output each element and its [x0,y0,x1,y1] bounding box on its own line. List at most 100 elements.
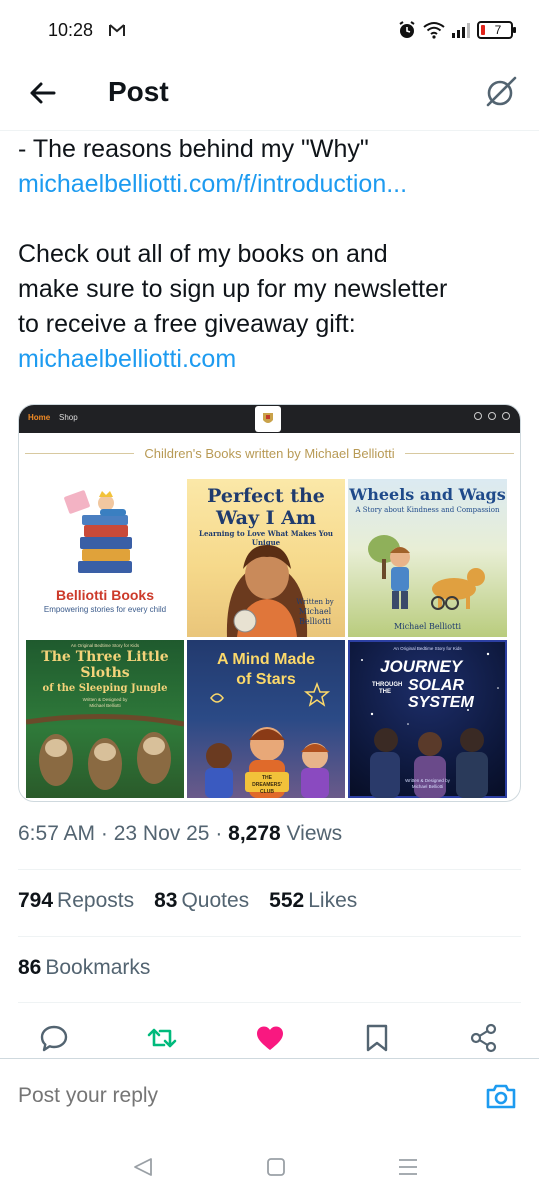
bookmarks-label: Bookmarks [45,956,151,979]
status-icons: 7 [397,19,516,41]
book-title: JOURNEY [380,657,463,676]
action-bar [0,1018,539,1058]
page-title: Post [108,76,169,107]
repost-button[interactable] [146,1022,178,1054]
reposts-count: 794 [18,889,54,912]
post-time: 6:57 AM [18,822,96,845]
meta-separator: · [100,822,114,845]
status-bar: 10:28 7 [0,0,539,62]
book-title-line: SOLAR [408,677,464,694]
reposts-stat[interactable]: 794 Reposts [18,889,134,913]
reply-bar [0,1059,539,1133]
author-last: Belliotti [298,617,332,626]
written-by-label: Written by [296,598,334,606]
site-account-icon [502,412,510,420]
heading-rule [404,452,514,454]
badge-line: THE [262,775,272,781]
book-title-small: THROUGH THE [372,682,403,695]
post-text-line: make sure to sign up for my newsletter [18,275,448,303]
divider [18,869,521,870]
post-link[interactable]: michaelbelliotti.com/f/introduction... [18,167,518,202]
book-title-line: SYSTEM [408,694,474,711]
book-cover-a-mind-made-of-stars[interactable]: A Mind Made of Stars THE DREAMERS' CLUB [187,640,345,798]
grok-icon[interactable] [483,74,519,110]
site-logo [255,406,281,432]
reposts-label: Reposts [57,889,135,912]
site-heading-row: Children's Books written by Michael Bell… [25,443,514,463]
repost-icon [147,1028,177,1048]
battery-level: 7 [494,23,502,37]
back-arrow-icon[interactable] [26,76,60,110]
nav-back-icon[interactable] [131,1156,155,1178]
post-text: - The reasons behind my "Why" michaelbel… [18,132,518,377]
views-count: 8,278 [228,822,281,845]
post-image[interactable]: Home Shop Children's Books written by Mi… [18,404,521,802]
book-author: Written by Michael Belliotti [291,597,339,627]
boy-and-dog-illustration [368,535,485,610]
nav-home-icon[interactable] [264,1156,288,1178]
status-time: 10:28 [48,20,94,40]
post-text-line: Check out all of my books on and [18,240,388,268]
bookmarks-stat[interactable]: 86 Bookmarks [18,956,150,980]
site-nav-shop: Shop [59,413,78,422]
site-heading: Children's Books written by Michael Bell… [144,445,395,461]
reply-button[interactable] [38,1022,70,1054]
post-text-line: - The reasons behind my "Why" [18,135,369,163]
divider [18,1002,521,1003]
book-cover-three-little-sloths[interactable]: An Original Bedtime Story for Kids The T… [26,640,184,798]
author-first: Michael [298,607,332,616]
quotes-count: 83 [154,889,178,912]
likes-label: Likes [308,889,358,912]
like-button[interactable] [254,1022,286,1054]
stacked-books-illustration [64,490,132,573]
system-nav-bar [0,1134,539,1200]
divider [18,936,521,937]
book-cover-perfect-the-way-i-am[interactable]: Perfect the Way I Am Learning to Love Wh… [187,479,345,637]
reply-input[interactable] [18,1084,458,1108]
quotes-stat[interactable]: 83 Quotes [154,889,249,913]
site-cart-icon [488,412,496,420]
alarm-icon [399,21,415,38]
post-link[interactable]: michaelbelliotti.com [18,342,518,377]
gmail-icon [109,24,125,36]
post-text-line: to receive a free giveaway gift: [18,310,356,338]
reply-icon [40,1025,68,1052]
book-tile-brand: Belliotti Books Empowering stories for e… [26,479,184,637]
quotes-label: Quotes [181,889,250,912]
post-date: 23 Nov 25 [113,822,210,845]
site-nav-home: Home [28,413,51,422]
camera-icon[interactable] [485,1081,517,1111]
dreamers-club-badge: THE DREAMERS' CLUB [245,772,289,795]
battery-icon: 7 [477,21,516,39]
heart-icon [257,1026,283,1050]
brand-name: Belliotti Books [55,587,154,603]
badge-line: CLUB [260,789,274,795]
likes-count: 552 [269,889,305,912]
header-divider [0,130,539,131]
signal-icon [452,23,470,38]
share-button[interactable] [468,1022,500,1054]
bookmarks-count: 86 [18,956,42,979]
book-cover-journey-through-the-solar-system[interactable]: An Original Bedtime Story for Kids JOURN… [348,640,507,798]
nav-menu-icon[interactable] [396,1156,420,1178]
credit-line: Written & Designed by [405,778,450,783]
bookmark-button[interactable] [361,1022,393,1054]
likes-stat[interactable]: 552 Likes [269,889,357,913]
site-search-icon [474,412,482,420]
book-cover-wheels-and-wags[interactable]: Wheels and Wags A Story about Kindness a… [348,479,507,637]
book-grid: Belliotti Books Empowering stories for e… [26,479,515,798]
bookmark-icon [366,1024,388,1052]
book-title: SOLAR SYSTEM [408,677,474,711]
engagement-stats: 794 Reposts 83 Quotes 552 Likes [18,889,357,913]
site-icons [474,412,510,420]
badge-line: DREAMERS' [252,782,282,788]
heading-rule [25,452,135,454]
views-label[interactable]: Views [287,822,343,845]
wifi-icon [423,22,445,39]
post-metadata: 6:57 AM · 23 Nov 25 · 8,278 Views [18,822,342,846]
meta-separator: · [215,822,229,845]
book-author: Michael Belliotti [393,622,462,631]
share-icon [470,1023,497,1053]
brand-tagline: Empowering stories for every child [43,605,167,614]
